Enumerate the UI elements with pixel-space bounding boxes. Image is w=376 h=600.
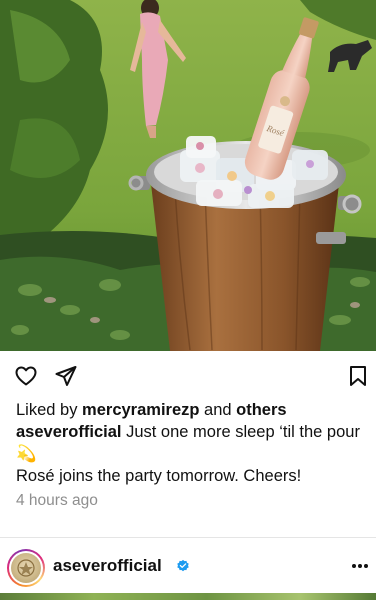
post-image[interactable]: Rosé: [0, 0, 376, 351]
more-dots-icon: [352, 564, 368, 568]
avatar-frame: [9, 551, 43, 585]
caption-line-2: Rosé joins the party tomorrow. Cheers!: [16, 467, 302, 485]
caption-text: aseverofficial Just one more sleep ‘til …: [16, 421, 364, 465]
verified-badge-icon: [177, 559, 189, 572]
liked-by-joiner: and: [199, 401, 237, 419]
save-button[interactable]: [345, 363, 371, 389]
share-button[interactable]: [53, 363, 79, 389]
bookmark-icon: [350, 366, 366, 386]
liked-by-others-link[interactable]: others: [236, 401, 286, 419]
paper-plane-icon: [55, 366, 77, 386]
next-post-username[interactable]: aseverofficial: [53, 556, 162, 576]
likes-summary: Liked by mercyramirezp and others: [16, 399, 364, 421]
more-options-button[interactable]: [350, 554, 370, 578]
post-photo-illustration: Rosé: [0, 0, 376, 351]
like-button[interactable]: [13, 363, 39, 389]
post-actions-bar: [0, 351, 376, 399]
liked-by-user-link[interactable]: mercyramirezp: [82, 401, 199, 419]
post-divider: [0, 537, 376, 538]
story-ring[interactable]: [7, 549, 45, 587]
next-post-header: aseverofficial: [0, 541, 376, 593]
brand-crest-icon: [17, 559, 35, 577]
next-post-image-preview[interactable]: [0, 593, 376, 600]
avatar: [11, 553, 41, 583]
post-caption-area: Liked by mercyramirezp and others asever…: [16, 399, 364, 512]
liked-by-prefix: Liked by: [16, 401, 83, 419]
heart-icon: [15, 366, 37, 386]
caption-author-link[interactable]: aseverofficial: [16, 423, 121, 441]
post-timestamp[interactable]: 4 hours ago: [16, 490, 364, 512]
